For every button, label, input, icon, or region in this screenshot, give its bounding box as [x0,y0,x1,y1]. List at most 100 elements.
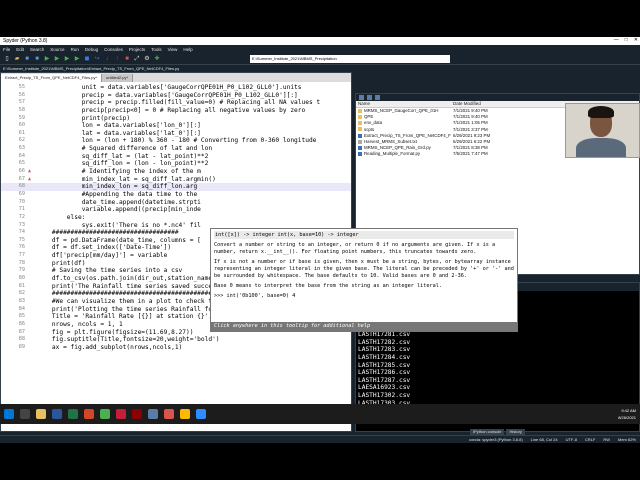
file-type-icon [358,139,362,144]
tooltip-example: >>> int('0b100', base=0) 4 [214,293,296,299]
clock-date: 8/26/2021 [618,415,636,420]
code-line[interactable]: 67 ▲ min_index_lat = sq_diff_lat.argmin() [1,176,351,184]
menu-help[interactable]: Help [183,47,192,52]
code-line[interactable]: 68 min_index_lon = sq_diff_lon.arg [1,183,351,191]
column-name[interactable]: Name [356,101,451,107]
maximize-pane-icon[interactable]: ⤢ [133,55,141,63]
status-env: conda: spyder3 (Python 3.8.8) [469,437,523,442]
code-line[interactable]: 61 lat = data.variables['lat_0'][:] [1,130,351,138]
save-icon[interactable]: ■ [23,55,31,63]
zoom-icon[interactable] [196,409,206,419]
system-tray[interactable]: 9:42 AM 8/26/2021 [618,407,636,421]
code-text: sq_diff_lat = (lat - lat_point)**2 [37,152,209,160]
powerpoint-icon[interactable] [84,409,94,419]
console-line: LASTH17285.csv [358,361,411,369]
new-file-icon[interactable]: ▯ [3,55,11,63]
menu-view[interactable]: View [168,47,178,52]
code-text: df = df.set_index(['Date-Time']) [37,244,172,252]
run-cell-icon[interactable]: ▶ [53,55,61,63]
warning-icon[interactable]: ▲ [28,168,36,176]
console-line: LASTH17286.csv [358,369,411,377]
start-icon[interactable] [4,409,14,419]
tooltip-footer[interactable]: Click anywhere in this tooltip for addit… [211,322,517,331]
warning-icon[interactable]: ▲ [28,176,36,184]
line-number: 66 [18,168,25,175]
save-all-icon[interactable]: ■ [33,55,41,63]
step-icon[interactable]: ↪ [93,55,101,63]
menu-debug[interactable]: Debug [85,47,98,52]
menu-projects[interactable]: Projects [129,47,145,52]
menu-file[interactable]: File [3,47,10,52]
run-cell-advance-icon[interactable]: ▶ [63,55,71,63]
run-selection-icon[interactable]: ▶ [73,55,81,63]
code-line[interactable]: 89 ax = fig.add_subplot(nrows,ncols,1) [1,344,351,352]
preferences-icon[interactable]: ⚙ [143,55,151,63]
line-number: 63 [18,145,25,152]
python-path-icon[interactable]: ✚ [153,55,161,63]
pdf-icon[interactable] [164,409,174,419]
editor-filepath: E:\Summer_Institute_2021\MBMS_Precipitat… [0,65,352,72]
file-name: Harvest_MRMS_Subset.txt [364,138,417,144]
code-line[interactable]: 63 # Squared difference of lat and lon [1,145,351,153]
word-icon[interactable] [52,409,62,419]
debug-icon[interactable]: ◼ [83,55,91,63]
code-line[interactable]: 71 variable.append((precip[min_inde [1,206,351,214]
code-line[interactable]: 55 unit = data.variables['GaugeCorrQPE01… [1,84,351,92]
code-line[interactable]: 69 #Appending the data time to the [1,191,351,199]
line-number: 77 [18,252,25,259]
line-number: 70 [18,198,25,205]
tooltip-paragraph: If x is not a number or if base is given… [214,259,514,279]
help-tooltip[interactable]: int([x]) -> integer int(x, base=10) -> i… [210,228,518,332]
code-line[interactable]: 66 ▲ # Identifying the index of the m [1,168,351,176]
code-line[interactable]: 58 precip[precip<0] = 0 # Replacing all … [1,107,351,115]
run-icon[interactable]: ▶ [43,55,51,63]
menu-edit[interactable]: Edit [16,47,24,52]
menu-tools[interactable]: Tools [151,47,162,52]
code-line[interactable]: 72 else: [1,214,351,222]
open-folder-icon[interactable]: ▰ [13,55,21,63]
code-line[interactable]: 88 fig.suptitle(Title,fontsize=20,weight… [1,336,351,344]
menu-consoles[interactable]: Consoles [104,47,123,52]
back-icon[interactable] [359,95,364,100]
tab-untitled2[interactable]: untitled2.py* [102,74,134,82]
line-number: 82 [18,290,25,297]
code-text: min_index_lon = sq_diff_lon.arg [37,183,198,191]
menu-source[interactable]: Source [50,47,64,52]
code-line[interactable]: 59 print(precip) [1,115,351,123]
line-number: 79 [18,267,25,274]
code-line[interactable]: 70 date_time.append(datetime.strpti [1,199,351,207]
menu-run[interactable]: Run [71,47,79,52]
search-icon[interactable] [20,409,30,419]
tab-extract-precip[interactable]: Extract_Precip_TS_From_QPE_NetCDF4_Files… [1,74,103,82]
code-line[interactable]: 57 precip = precip.filled(fill_value=0) … [1,99,351,107]
code-line[interactable]: 60 lon = data.variables['lon_0'][:] [1,122,351,130]
python-icon[interactable] [148,409,158,419]
menu-search[interactable]: Search [30,47,44,52]
spyder-icon[interactable] [132,409,142,419]
working-directory-input[interactable]: E:\Summer_Institute_2021\MBMS_Precipitat… [250,55,450,63]
line-number: 65 [18,160,25,167]
minimize-button[interactable]: — [614,37,619,43]
step-into-icon[interactable]: ↓ [103,55,111,63]
excel-icon[interactable] [68,409,78,419]
column-date-modified[interactable]: Date Modified [451,101,511,107]
code-line[interactable]: 62 lon = (lon + 180) % 360 - 180 # Conve… [1,137,351,145]
file-explorer-icon[interactable] [36,409,46,419]
line-number: 62 [18,137,25,144]
app-icon[interactable] [116,409,126,419]
file-name: scpts [364,126,375,132]
chrome-icon[interactable] [100,409,110,419]
presenter-body [576,138,626,157]
stop-debug-icon[interactable]: ■ [123,55,131,63]
parent-dir-icon[interactable] [375,95,380,100]
forward-icon[interactable] [367,95,372,100]
code-line[interactable]: 65 sq_diff_lon = (lon - lon_point)**2 [1,160,351,168]
maximize-button[interactable]: □ [625,37,628,43]
notes-icon[interactable] [180,409,190,419]
close-button[interactable]: ✕ [634,37,638,43]
status-memory: Mem 62% [617,437,636,442]
file-type-icon [358,108,362,113]
step-return-icon[interactable]: ↑ [113,55,121,63]
code-line[interactable]: 56 precip = data.variables['GaugeCorrQPE… [1,92,351,100]
code-line[interactable]: 64 sq_diff_lat = (lat - lat_point)**2 [1,153,351,161]
